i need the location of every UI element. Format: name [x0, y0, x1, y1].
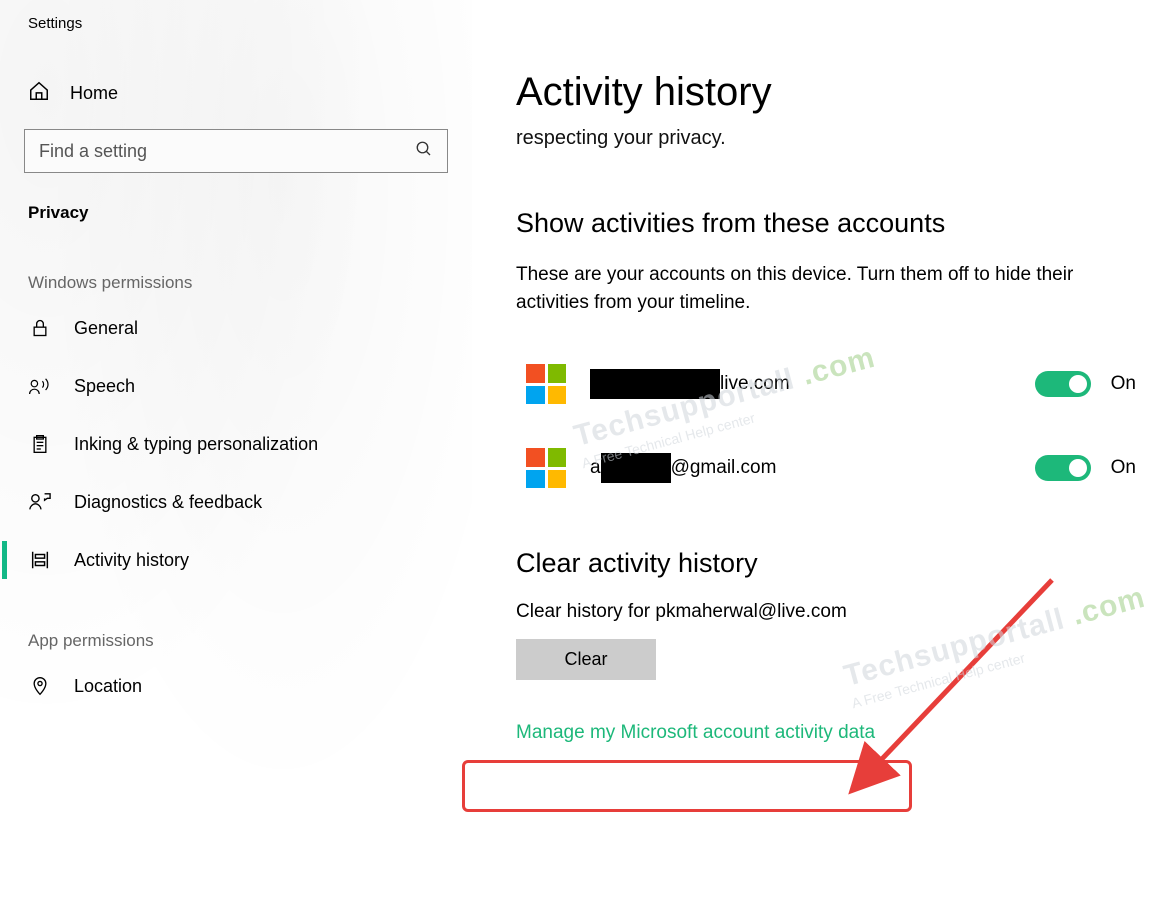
nav-label: Activity history [74, 550, 189, 571]
manage-activity-link[interactable]: Manage my Microsoft account activity dat… [516, 722, 1140, 744]
page-subtitle: respecting your privacy. [516, 127, 1140, 150]
nav-label: Inking & typing personalization [74, 434, 318, 455]
microsoft-logo-icon [526, 364, 566, 404]
nav-home-label: Home [70, 83, 118, 104]
nav-inking[interactable]: Inking & typing personalization [0, 415, 472, 473]
accounts-desc: These are your accounts on this device. … [516, 261, 1136, 316]
app-title: Settings [0, 15, 472, 46]
redacted-text [590, 369, 720, 399]
lock-icon [28, 317, 52, 339]
page-title: Activity history [516, 70, 1140, 115]
clipboard-icon [28, 433, 52, 455]
feedback-icon [28, 491, 52, 513]
sidebar: Settings Home Find a setting Privacy Win… [0, 0, 472, 920]
clear-button[interactable]: Clear [516, 639, 656, 680]
speech-icon [28, 375, 52, 397]
account-toggle[interactable] [1035, 455, 1091, 481]
account-email: a @gmail.com [590, 453, 1011, 483]
nav-home[interactable]: Home [0, 64, 472, 123]
home-icon [28, 80, 50, 107]
search-icon [415, 140, 433, 163]
account-toggle[interactable] [1035, 371, 1091, 397]
location-icon [28, 675, 52, 697]
account-row: a @gmail.com On [516, 432, 1136, 504]
nav-activity-history[interactable]: Activity history [0, 531, 472, 589]
nav-location[interactable]: Location [0, 657, 472, 715]
category-label: Privacy [0, 173, 472, 231]
annotation-highlight [462, 760, 912, 812]
clear-desc: Clear history for pkmaherwal@live.com [516, 601, 1140, 623]
nav-label: Diagnostics & feedback [74, 492, 262, 513]
toggle-state: On [1111, 457, 1136, 479]
nav-label: General [74, 318, 138, 339]
search-placeholder: Find a setting [39, 141, 147, 162]
nav-label: Location [74, 676, 142, 697]
nav-label: Speech [74, 376, 135, 397]
microsoft-logo-icon [526, 448, 566, 488]
account-row: live.com On [516, 348, 1136, 420]
nav-diagnostics[interactable]: Diagnostics & feedback [0, 473, 472, 531]
group-windows-permissions: Windows permissions [0, 231, 472, 299]
content: Activity history respecting your privacy… [472, 0, 1170, 920]
accounts-heading: Show activities from these accounts [516, 208, 1140, 239]
search-input[interactable]: Find a setting [24, 129, 448, 173]
clear-heading: Clear activity history [516, 548, 1140, 579]
redacted-text [601, 453, 671, 483]
nav-general[interactable]: General [0, 299, 472, 357]
nav-speech[interactable]: Speech [0, 357, 472, 415]
toggle-state: On [1111, 373, 1136, 395]
account-email: live.com [590, 369, 1011, 399]
group-app-permissions: App permissions [0, 589, 472, 657]
timeline-icon [28, 549, 52, 571]
